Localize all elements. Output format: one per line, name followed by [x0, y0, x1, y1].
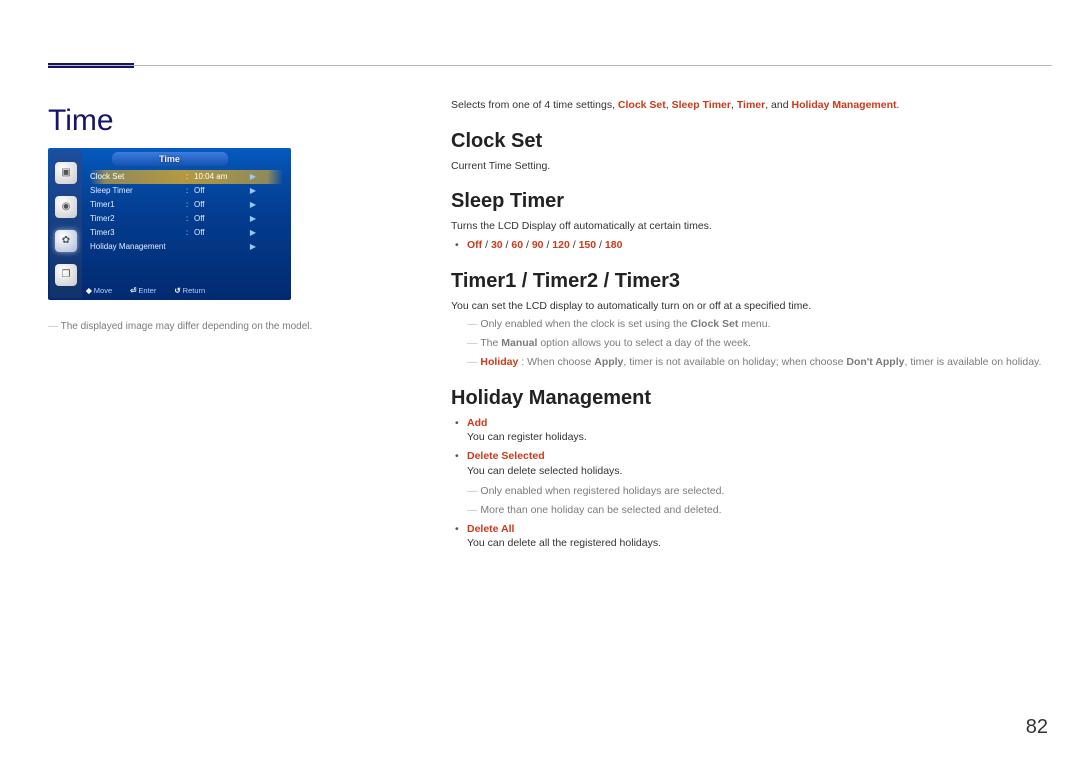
osd-footer: ◆Move ⏎Enter ↺Return	[86, 285, 285, 298]
heading-clock-set: Clock Set	[451, 127, 1048, 155]
osd-sidebar: ▣ ◉ ✿ ❐	[50, 150, 82, 298]
osd-footer-move: Move	[94, 286, 112, 295]
osd-value: Off	[194, 213, 244, 224]
timers-note-2: The Manual option allows you to select a…	[467, 336, 1048, 351]
heading-holiday: Holiday Management	[451, 384, 1048, 412]
osd-value: 10:04 am	[194, 171, 244, 182]
timers-body: You can set the LCD display to automatic…	[451, 299, 1048, 314]
chevron-right-icon: ▶	[244, 227, 256, 238]
holiday-del-note-1: Only enabled when registered holidays ar…	[467, 484, 1048, 499]
content-column: Selects from one of 4 time settings, Clo…	[451, 98, 1048, 555]
chevron-right-icon: ▶	[244, 213, 256, 224]
osd-label: Holiday Management	[90, 241, 186, 252]
holiday-delete-all: Delete All You can delete all the regist…	[467, 522, 1048, 551]
osd-footer-enter: Enter	[138, 286, 156, 295]
sleep-timer-body: Turns the LCD Display off automatically …	[451, 219, 1048, 234]
osd-label: Timer3	[90, 227, 186, 238]
osd-row-sleep-timer: Sleep Timer : Off ▶	[90, 184, 283, 198]
osd-row-clock-set: Clock Set : 10:04 am ▶	[90, 170, 283, 184]
picture-icon: ▣	[55, 162, 77, 184]
heading-timers: Timer1 / Timer2 / Timer3	[451, 267, 1048, 295]
setup-icon: ✿	[55, 230, 77, 252]
osd-value: Off	[194, 199, 244, 210]
holiday-add: Add You can register holidays.	[467, 416, 1048, 445]
chevron-right-icon: ▶	[244, 185, 256, 196]
multi-icon: ❐	[55, 264, 77, 286]
osd-screenshot: ▣ ◉ ✿ ❐ Time Clock Set : 10:04 am ▶ Slee…	[48, 148, 291, 300]
osd-row-timer2: Timer2 : Off ▶	[90, 212, 283, 226]
osd-row-holiday: Holiday Management ▶	[90, 240, 283, 254]
header-divider	[48, 65, 1052, 66]
osd-label: Sleep Timer	[90, 185, 186, 196]
chevron-right-icon: ▶	[244, 171, 256, 182]
heading-sleep-timer: Sleep Timer	[451, 187, 1048, 215]
page-number: 82	[1026, 713, 1048, 741]
osd-label: Timer2	[90, 213, 186, 224]
osd-label: Timer1	[90, 199, 186, 210]
clock-set-body: Current Time Setting.	[451, 159, 1048, 174]
holiday-delete-selected: Delete Selected You can delete selected …	[467, 449, 1048, 518]
chevron-right-icon: ▶	[244, 241, 256, 252]
osd-footer-return: Return	[183, 286, 206, 295]
osd-value: Off	[194, 227, 244, 238]
timers-note-1: Only enabled when the clock is set using…	[467, 317, 1048, 332]
image-disclaimer: The displayed image may differ depending…	[48, 320, 358, 334]
osd-row-timer3: Timer3 : Off ▶	[90, 226, 283, 240]
sound-icon: ◉	[55, 196, 77, 218]
osd-tab-title: Time	[112, 152, 228, 166]
osd-row-timer1: Timer1 : Off ▶	[90, 198, 283, 212]
timers-note-3: Holiday : When choose Apply, timer is no…	[467, 355, 1048, 370]
holiday-del-note-2: More than one holiday can be selected an…	[467, 503, 1048, 518]
osd-menu-body: Clock Set : 10:04 am ▶ Sleep Timer : Off…	[90, 170, 283, 282]
page-title: Time	[48, 100, 114, 142]
osd-tab: Time	[48, 152, 291, 168]
chevron-right-icon: ▶	[244, 199, 256, 210]
osd-label: Clock Set	[90, 171, 186, 182]
intro-text: Selects from one of 4 time settings, Clo…	[451, 98, 1048, 113]
osd-value: Off	[194, 185, 244, 196]
sleep-timer-options: Off / 30 / 60 / 90 / 120 / 150 / 180	[467, 238, 1048, 253]
